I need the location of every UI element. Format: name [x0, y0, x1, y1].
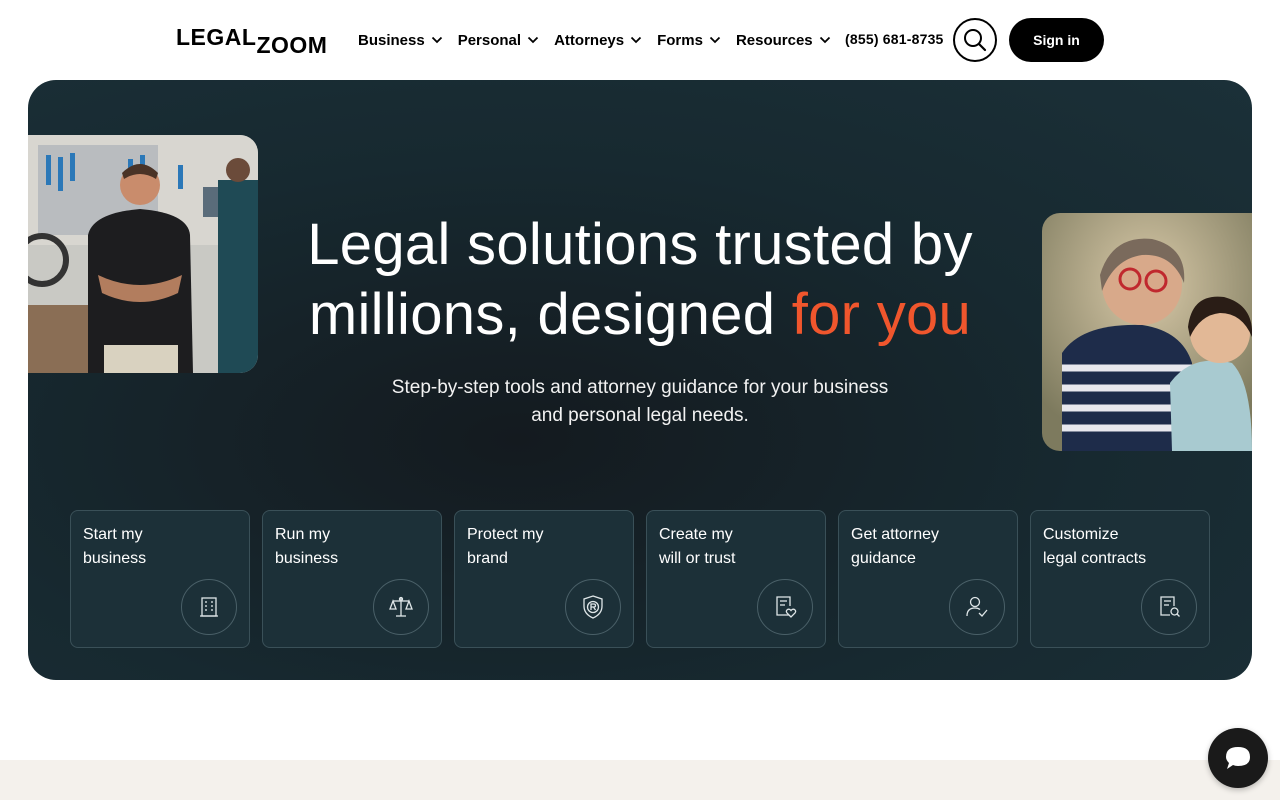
next-section-band [0, 760, 1280, 800]
chevron-down-icon [630, 36, 642, 44]
nav-label: Business [358, 31, 425, 49]
card-start-business[interactable]: Start my business [70, 510, 250, 648]
nav-label: Attorneys [554, 31, 625, 49]
chevron-down-icon [431, 36, 442, 44]
card-protect-brand[interactable]: Protect my brand [454, 510, 634, 648]
hero-subheadline: Step-by-step tools and attorney guidance… [28, 374, 1252, 430]
nav-forms[interactable]: Forms [657, 32, 721, 49]
building-icon [200, 597, 218, 617]
action-cards: Start my business Run my business Protec… [70, 510, 1222, 648]
chat-bubble-icon [1226, 747, 1250, 769]
hero-headline: Legal solutions trusted by millions, des… [28, 210, 1252, 350]
search-button[interactable] [953, 18, 997, 62]
nav-attorneys[interactable]: Attorneys [554, 32, 642, 49]
chat-button[interactable] [1208, 728, 1268, 788]
card-icon-wrapper [181, 579, 237, 635]
scales-icon [389, 596, 413, 617]
hero-section: Legal solutions trusted by millions, des… [28, 80, 1252, 680]
card-label: Run my business [275, 526, 339, 567]
card-label: Get attorney guidance [851, 526, 940, 567]
headline-line-2: millions, designed [308, 282, 792, 347]
card-label: Create my will or trust [659, 526, 736, 567]
site-header: LEGAL ZOOM Business Personal Attorneys F… [0, 0, 1280, 80]
sign-in-button[interactable]: Sign in [1009, 18, 1104, 62]
nav-business[interactable]: Business [358, 32, 443, 49]
nav-resources[interactable]: Resources [736, 32, 831, 49]
nav-label: Resources [735, 31, 813, 49]
card-icon-wrapper [1141, 579, 1197, 635]
card-create-will[interactable]: Create my will or trust [646, 510, 826, 648]
card-icon-wrapper [373, 579, 429, 635]
card-icon-wrapper [565, 579, 621, 635]
card-label: Protect my brand [467, 526, 544, 567]
headline-accent: for you [791, 282, 972, 347]
document-heart-icon [776, 596, 797, 618]
card-label: Start my business [83, 526, 147, 567]
logo-text-zoom: ZOOM [256, 32, 328, 58]
chevron-down-icon [819, 36, 830, 44]
headline-line-1: Legal solutions trusted by [307, 212, 973, 277]
subheadline-text: Step-by-step tools and attorney guidance… [391, 377, 889, 426]
card-icon-wrapper [949, 579, 1005, 635]
nav-label: Personal [457, 31, 522, 49]
user-check-icon [966, 596, 988, 617]
search-icon [964, 29, 987, 52]
trademark-shield-icon [583, 595, 603, 619]
legalzoom-logo[interactable]: LEGAL ZOOM [176, 24, 328, 58]
logo-text-legal: LEGAL [176, 24, 257, 50]
document-search-icon [1160, 596, 1180, 617]
chevron-down-icon [709, 36, 721, 44]
card-customize-contracts[interactable]: Customize legal contracts [1030, 510, 1210, 648]
chevron-down-icon [527, 36, 539, 44]
card-run-business[interactable]: Run my business [262, 510, 442, 648]
card-icon-wrapper [757, 579, 813, 635]
nav-label: Forms [657, 31, 703, 49]
main-nav: Business Personal Attorneys Forms Resour… [358, 28, 846, 52]
card-attorney-guidance[interactable]: Get attorney guidance [838, 510, 1018, 648]
card-label: Customize legal contracts [1043, 526, 1147, 567]
phone-link[interactable]: (855) 681-8735 [845, 31, 944, 47]
nav-personal[interactable]: Personal [458, 32, 539, 49]
